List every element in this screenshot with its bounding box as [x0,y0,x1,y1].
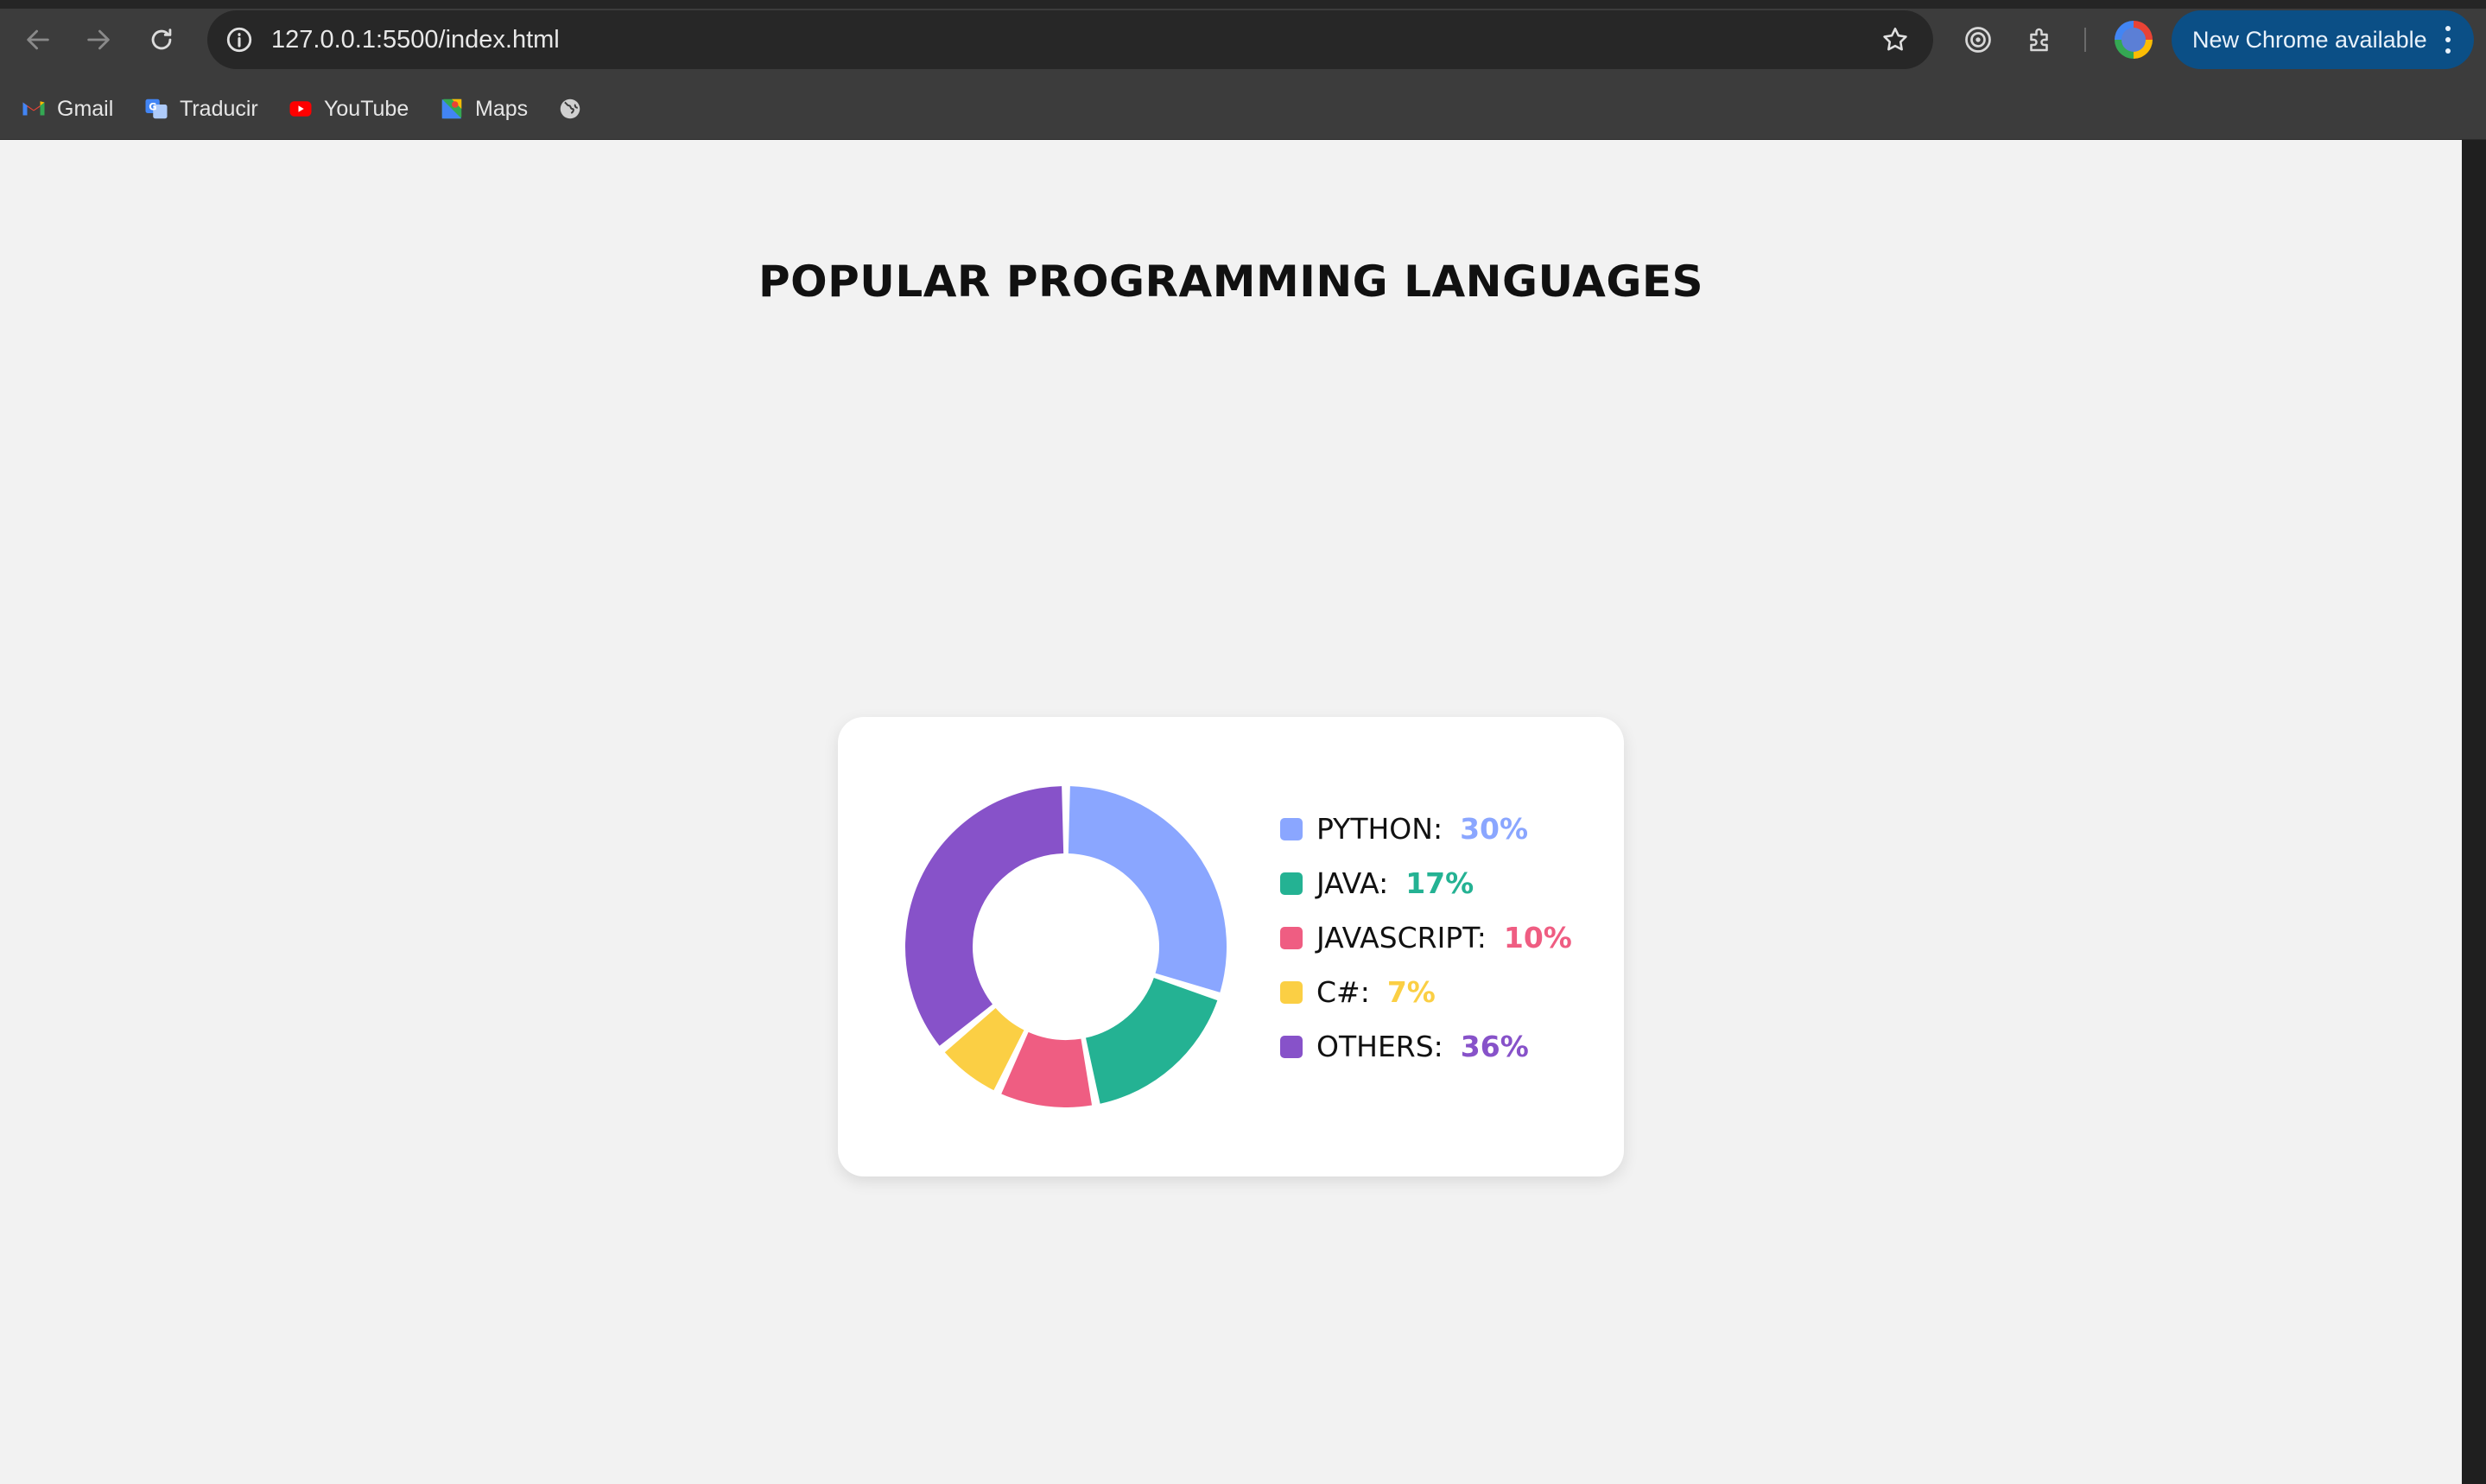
legend-label: JAVA: [1316,866,1389,900]
extensions-puzzle-icon[interactable] [2021,21,2059,59]
legend-swatch [1280,926,1303,949]
reload-button[interactable] [141,19,182,60]
bookmark-maps[interactable]: Maps [439,78,528,140]
globe-icon [557,96,583,122]
gmail-icon [21,96,47,122]
translate-icon: G [143,96,169,122]
back-button[interactable] [17,19,59,60]
legend-percent: 30% [1460,812,1529,846]
forward-button[interactable] [78,19,119,60]
page-scrollbar[interactable] [2462,140,2486,1484]
bookmark-label: Maps [475,96,529,121]
bookmark-label: YouTube [324,96,409,121]
bookmark-gmail[interactable]: Gmail [21,78,113,140]
bookmark-traducir[interactable]: G Traducir [143,78,258,140]
page-title: POPULAR PROGRAMMING LANGUAGES [758,257,1704,307]
address-bar[interactable]: 127.0.0.1:5500/index.html [207,10,1933,69]
legend-swatch [1280,817,1303,840]
legend-percent: 36% [1460,1030,1529,1063]
legend-item: C#: 7% [1280,965,1572,1019]
legend-item: PYTHON: 30% [1280,802,1572,856]
bookmark-label: Traducir [180,96,258,121]
legend-item: OTHERS: 36% [1280,1019,1572,1074]
profile-avatar[interactable] [2115,21,2153,59]
bookmark-youtube[interactable]: YouTube [288,78,409,140]
donut-chart [905,786,1227,1107]
bookmark-label: Gmail [57,96,114,121]
legend-label: OTHERS: [1316,1030,1443,1063]
bookmark-star-icon[interactable] [1878,22,1912,57]
bookmarks-bar: Gmail G Traducir YouTube Maps [0,78,2486,140]
update-chrome-button[interactable]: New Chrome available [2172,10,2474,69]
legend-percent: 7% [1386,975,1436,1009]
reload-icon [151,29,172,50]
more-menu-icon[interactable] [2445,26,2451,54]
update-chrome-label: New Chrome available [2192,27,2427,53]
donut-slice-others [905,786,1064,1046]
page-content: POPULAR PROGRAMMING LANGUAGES PYTHON: 30%… [0,140,2462,1484]
bookmark-globe[interactable] [557,78,583,140]
legend-label: PYTHON: [1316,812,1443,846]
youtube-icon [288,96,314,122]
svg-text:G: G [149,101,156,112]
legend-swatch [1280,872,1303,895]
legend-swatch [1280,980,1303,1004]
chart-card: PYTHON: 30% JAVA: 17% JAVASCRIPT: 10% C#: 7% OTH… [838,717,1624,1176]
legend-label: C#: [1316,975,1370,1009]
legend-item: JAVA: 17% [1280,856,1572,910]
legend-percent: 10% [1503,921,1572,954]
legend-percent: 17% [1405,866,1474,900]
legend-label: JAVASCRIPT: [1316,921,1487,954]
site-info-icon[interactable] [223,23,256,56]
legend-swatch [1280,1035,1303,1058]
arrow-right-icon [87,29,110,50]
legend-item: JAVASCRIPT: 10% [1280,910,1572,965]
donut-slice-python [1068,786,1227,993]
browser-toolbar: 127.0.0.1:5500/index.html New Chrome ava… [0,0,2486,78]
url-text[interactable]: 127.0.0.1:5500/index.html [271,10,560,69]
chart-legend: PYTHON: 30% JAVA: 17% JAVASCRIPT: 10% C#: 7% OTH… [1280,802,1572,1074]
maps-icon [439,96,465,122]
toolbar-divider [2084,28,2086,52]
arrow-left-icon [27,29,49,50]
tab-strip [0,0,2486,9]
media-icon[interactable] [1959,21,1997,59]
donut-slice-java [1086,978,1218,1104]
